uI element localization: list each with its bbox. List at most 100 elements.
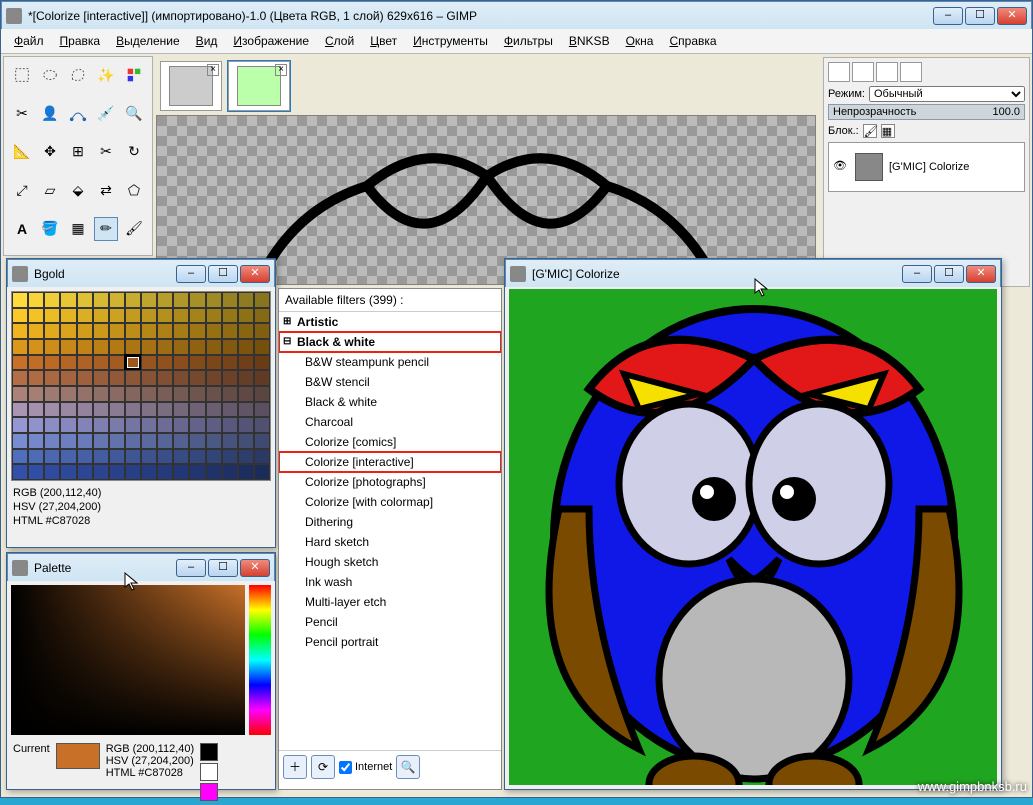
- swatch[interactable]: [157, 402, 173, 418]
- tool-rect-select[interactable]: [10, 63, 34, 87]
- menu-tools[interactable]: Инструменты: [406, 31, 495, 51]
- swatch[interactable]: [141, 308, 157, 324]
- swatch[interactable]: [222, 449, 238, 465]
- add-filter-button[interactable]: ＋: [283, 755, 307, 779]
- filter-item[interactable]: Dithering: [279, 512, 501, 532]
- swatch[interactable]: [109, 292, 125, 308]
- swatch[interactable]: [12, 433, 28, 449]
- swatch[interactable]: [125, 323, 141, 339]
- swatch[interactable]: [77, 402, 93, 418]
- swatch[interactable]: [12, 417, 28, 433]
- swatch[interactable]: [12, 402, 28, 418]
- swatch[interactable]: [12, 308, 28, 324]
- swatch[interactable]: [12, 370, 28, 386]
- swatch[interactable]: [157, 464, 173, 480]
- lock-alpha-icon[interactable]: ▦: [881, 124, 895, 138]
- minimize-button[interactable]: –: [176, 559, 206, 577]
- swatch[interactable]: [254, 417, 270, 433]
- swatch[interactable]: [141, 433, 157, 449]
- filter-item[interactable]: Colorize [photographs]: [279, 472, 501, 492]
- gmic-filter-list[interactable]: Artistic Black & white B&W steampunk pen…: [279, 312, 501, 750]
- filter-item[interactable]: Pencil: [279, 612, 501, 632]
- menu-filters[interactable]: Фильтры: [497, 31, 560, 51]
- swatch[interactable]: [44, 370, 60, 386]
- swatch[interactable]: [222, 355, 238, 371]
- swatch[interactable]: [28, 323, 44, 339]
- tool-color-picker[interactable]: 💉: [94, 101, 118, 125]
- maximize-button[interactable]: ☐: [965, 7, 995, 25]
- swatch[interactable]: [254, 386, 270, 402]
- swatch[interactable]: [77, 464, 93, 480]
- swatch[interactable]: [254, 308, 270, 324]
- close-tab-icon[interactable]: ×: [207, 64, 219, 76]
- tool-paintbrush[interactable]: 🖌: [122, 217, 146, 241]
- sv-picker[interactable]: [11, 585, 245, 735]
- tool-align[interactable]: ⊞: [66, 140, 90, 164]
- swatch[interactable]: [28, 339, 44, 355]
- swatch[interactable]: [93, 402, 109, 418]
- swatch[interactable]: [157, 417, 173, 433]
- swatch[interactable]: [141, 449, 157, 465]
- swatch[interactable]: [60, 323, 76, 339]
- swatch[interactable]: [125, 449, 141, 465]
- swatch[interactable]: [28, 355, 44, 371]
- swatch[interactable]: [173, 433, 189, 449]
- tool-pencil[interactable]: ✏: [94, 217, 118, 241]
- filter-item[interactable]: B&W steampunk pencil: [279, 352, 501, 372]
- swatch[interactable]: [60, 355, 76, 371]
- swatch[interactable]: [238, 433, 254, 449]
- swatch[interactable]: [222, 308, 238, 324]
- filter-item[interactable]: Colorize [comics]: [279, 432, 501, 452]
- swatch[interactable]: [189, 370, 205, 386]
- swatch[interactable]: [222, 339, 238, 355]
- swatch[interactable]: [254, 355, 270, 371]
- swatch[interactable]: [222, 402, 238, 418]
- tab-channels[interactable]: [852, 62, 874, 82]
- swatch[interactable]: [125, 386, 141, 402]
- maximize-button[interactable]: ☐: [208, 559, 238, 577]
- swatch[interactable]: [173, 308, 189, 324]
- filter-item[interactable]: Hough sketch: [279, 552, 501, 572]
- swatch[interactable]: [189, 308, 205, 324]
- swatch[interactable]: [109, 308, 125, 324]
- swatch[interactable]: [254, 370, 270, 386]
- swatch[interactable]: [254, 323, 270, 339]
- swatch[interactable]: [12, 386, 28, 402]
- mode-select[interactable]: Обычный: [869, 86, 1025, 102]
- swatch[interactable]: [109, 339, 125, 355]
- filter-item[interactable]: Hard sketch: [279, 532, 501, 552]
- swatch[interactable]: [125, 433, 141, 449]
- tool-move[interactable]: ✥: [38, 140, 62, 164]
- menu-color[interactable]: Цвет: [363, 31, 404, 51]
- filter-item[interactable]: Charcoal: [279, 412, 501, 432]
- swatch[interactable]: [189, 355, 205, 371]
- swatch[interactable]: [44, 386, 60, 402]
- palette-titlebar[interactable]: Palette – ☐ ✕: [7, 553, 275, 581]
- close-button[interactable]: ✕: [997, 7, 1027, 25]
- image-tab-1[interactable]: ×: [160, 61, 222, 111]
- tab-undo[interactable]: [900, 62, 922, 82]
- swatch[interactable]: [109, 433, 125, 449]
- menu-layer[interactable]: Слой: [318, 31, 361, 51]
- swatch[interactable]: [238, 355, 254, 371]
- swatch[interactable]: [77, 433, 93, 449]
- swatch[interactable]: [77, 308, 93, 324]
- swatch[interactable]: [109, 449, 125, 465]
- tool-blend[interactable]: ▦: [66, 217, 90, 241]
- swatch[interactable]: [222, 292, 238, 308]
- menu-edit[interactable]: Правка: [53, 31, 108, 51]
- swatch[interactable]: [12, 464, 28, 480]
- swatch[interactable]: [141, 464, 157, 480]
- swatch[interactable]: [254, 339, 270, 355]
- colorize-titlebar[interactable]: [G'MIC] Colorize – ☐ ✕: [505, 259, 1001, 287]
- swatch[interactable]: [44, 292, 60, 308]
- category-black-white[interactable]: Black & white: [279, 332, 501, 352]
- swatch[interactable]: [44, 417, 60, 433]
- filter-item[interactable]: Pencil portrait: [279, 632, 501, 652]
- swatch[interactable]: [254, 464, 270, 480]
- swatch[interactable]: [44, 402, 60, 418]
- swatch[interactable]: [109, 417, 125, 433]
- swatch[interactable]: [125, 370, 141, 386]
- swatch[interactable]: [93, 308, 109, 324]
- tool-rotate[interactable]: ↻: [122, 140, 146, 164]
